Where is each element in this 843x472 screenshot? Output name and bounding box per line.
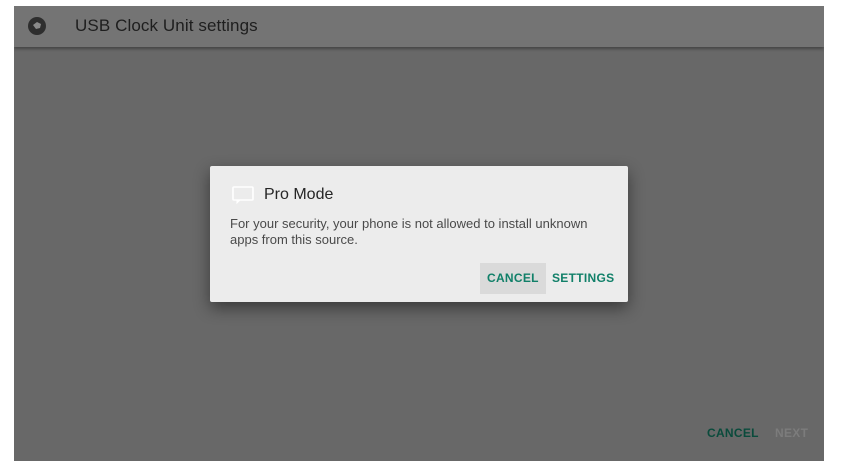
app-logo-icon: [28, 17, 46, 35]
pro-mode-dialog: Pro Mode For your security, your phone i…: [210, 166, 628, 302]
dialog-message: For your security, your phone is not all…: [230, 216, 588, 247]
footer-cancel-button[interactable]: CANCEL: [707, 426, 759, 440]
app-bar: USB Clock Unit settings: [14, 6, 824, 47]
message-icon: [232, 186, 256, 205]
dialog-title: Pro Mode: [264, 186, 334, 203]
dialog-settings-button[interactable]: SETTINGS: [545, 263, 621, 294]
app-title: USB Clock Unit settings: [75, 16, 258, 35]
dialog-cancel-button[interactable]: CANCEL: [480, 263, 546, 294]
footer-next-button[interactable]: NEXT: [775, 426, 808, 440]
